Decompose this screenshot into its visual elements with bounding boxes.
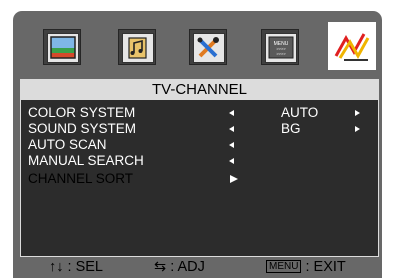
audio-icon	[122, 33, 154, 63]
svg-text:>>>>: >>>>	[276, 51, 286, 56]
menu-item-label: AUTO SCAN	[28, 137, 107, 152]
menu-key-label: MENU	[266, 260, 302, 273]
key-hints-bar: ↑↓ : SEL ⇆ : ADJ MENU : EXIT	[13, 257, 382, 278]
menu-item-color-system[interactable]: COLOR SYSTEM	[28, 105, 135, 121]
left-arrow-icon[interactable]	[229, 126, 234, 132]
right-arrow-icon[interactable]	[355, 110, 360, 116]
color-system-value: AUTO	[281, 105, 319, 120]
menu-icon: MENU >>>> >>>>	[265, 33, 297, 63]
channel-menu-panel: TV-CHANNEL COLOR SYSTEM AUTO SOUND SYSTE…	[20, 79, 379, 257]
menu-item-sound-system[interactable]: SOUND SYSTEM	[28, 121, 136, 137]
right-arrow-icon[interactable]	[355, 126, 360, 132]
tools-icon	[193, 33, 225, 63]
menu-item-auto-scan[interactable]: AUTO SCAN	[28, 137, 107, 153]
left-arrow-icon[interactable]	[229, 142, 234, 148]
tab-menu[interactable]: MENU >>>> >>>>	[261, 29, 299, 65]
picture-icon	[47, 33, 79, 63]
exit-hint: MENU : EXIT	[266, 257, 346, 278]
menu-item-label: SOUND SYSTEM	[28, 121, 137, 136]
menu-item-label: COLOR SYSTEM	[28, 105, 136, 120]
left-right-arrow-icon: ⇆	[154, 259, 167, 275]
left-arrow-icon[interactable]	[229, 110, 234, 116]
tab-tv-channel[interactable]	[328, 22, 376, 70]
tab-tools[interactable]	[189, 29, 227, 65]
sel-label: : SEL	[67, 259, 103, 275]
menu-item-channel-sort[interactable]: CHANNEL SORT	[28, 171, 133, 187]
adj-hint: ⇆ : ADJ	[154, 257, 205, 278]
menu-title: TV-CHANNEL	[21, 80, 378, 100]
antenna-icon	[334, 30, 370, 67]
left-arrow-icon[interactable]	[229, 158, 234, 164]
enter-arrow-icon[interactable]	[230, 175, 238, 183]
tab-picture[interactable]	[43, 29, 81, 65]
exit-label: : EXIT	[305, 259, 346, 275]
menu-item-manual-search[interactable]: MANUAL SEARCH	[28, 153, 144, 169]
adj-label: : ADJ	[170, 259, 205, 275]
menu-item-label: CHANNEL SORT	[28, 171, 134, 186]
tab-audio[interactable]	[118, 29, 156, 65]
up-down-arrow-icon: ↑↓	[49, 259, 64, 275]
sound-system-value: BG	[281, 121, 301, 136]
menu-item-label: MANUAL SEARCH	[28, 153, 144, 168]
sel-hint: ↑↓ : SEL	[49, 257, 103, 278]
